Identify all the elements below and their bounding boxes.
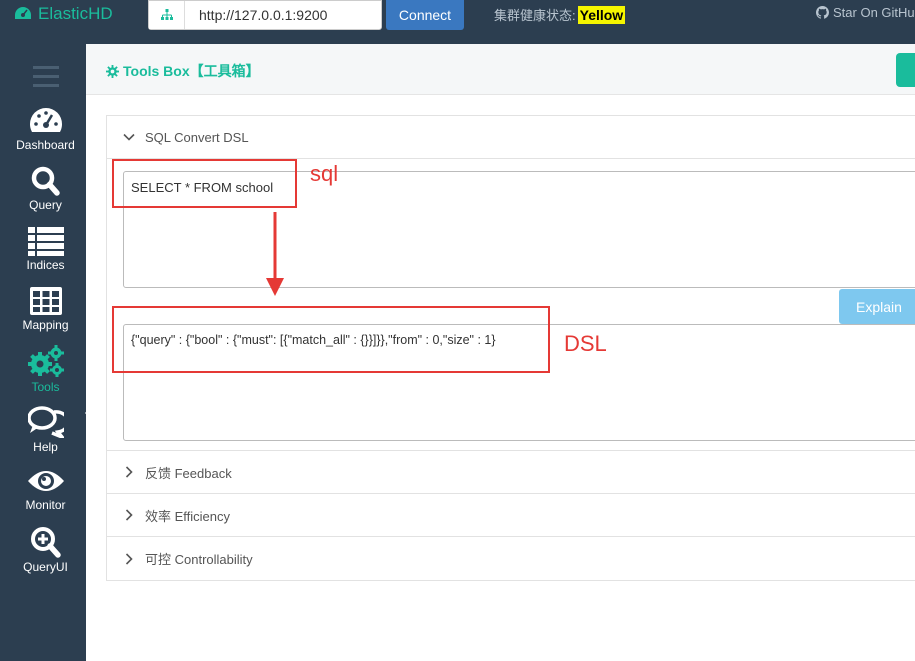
chevron-right-icon [125, 509, 133, 521]
sidebar-item-label: Monitor [25, 498, 66, 512]
sidebar-item-queryui[interactable]: QueryUI [5, 526, 86, 574]
sidebar-item-help[interactable]: Help [5, 406, 86, 454]
eye-icon [27, 471, 64, 491]
page-title-text: Tools Box【工具箱】 [123, 63, 260, 79]
dsl-highlight-box [112, 306, 550, 373]
table-icon [29, 287, 62, 315]
cluster-health-label: 集群健康状态: [494, 8, 576, 23]
cluster-health: 集群健康状态: Yellow [494, 5, 626, 24]
chevron-right-icon [125, 552, 133, 565]
gears-icon [27, 345, 64, 377]
sidebar: Dashboard Query Indices Mapping Tools He… [5, 44, 92, 661]
sql-annotation-label: sql [310, 161, 339, 186]
connect-button[interactable]: Connect [386, 0, 464, 30]
section-label: 反馈 Feedback [145, 465, 232, 481]
sidebar-item-indices[interactable]: Indices [5, 226, 86, 272]
menu-toggle-icon[interactable] [33, 66, 59, 93]
sidebar-item-query[interactable]: Query [5, 166, 86, 212]
top-navbar: ElasticHD http://127.0.0.1:9200 Connect … [0, 0, 915, 40]
sidebar-item-label: QueryUI [23, 560, 68, 574]
comments-icon [27, 406, 64, 438]
explain-button[interactable]: Explain [839, 289, 915, 324]
github-star-link[interactable]: Star On GitHub [816, 5, 915, 20]
dashboard-icon [15, 7, 31, 19]
es-url-input[interactable]: http://127.0.0.1:9200 [185, 7, 327, 23]
sidebar-item-monitor[interactable]: Monitor [5, 466, 86, 512]
github-icon [816, 6, 829, 19]
cluster-health-badge: Yellow [577, 5, 626, 24]
section-label: SQL Convert DSL [145, 129, 249, 145]
github-star-label: Star On GitHub [833, 5, 915, 20]
brand-logo[interactable]: ElasticHD [14, 4, 113, 24]
section-label: 可控 Controllability [145, 552, 253, 567]
brand-name: ElasticHD [38, 4, 113, 23]
section-efficiency[interactable]: 效率 Efficiency [107, 494, 915, 537]
page-title: Tools Box【工具箱】 [106, 61, 260, 81]
header-action-button[interactable] [896, 53, 915, 87]
sitemap-icon [149, 1, 185, 29]
sidebar-item-label: Mapping [22, 318, 69, 332]
list-icon [27, 227, 64, 256]
sidebar-item-label: Help [33, 440, 58, 454]
section-sql-convert-dsl[interactable]: SQL Convert DSL [107, 116, 915, 159]
main-header: Tools Box【工具箱】 [86, 44, 915, 95]
search-plus-icon [30, 527, 61, 558]
dashboard-icon [29, 108, 62, 132]
sql-highlight-box [112, 159, 297, 208]
sidebar-item-tools[interactable]: Tools [5, 344, 86, 394]
search-icon [31, 166, 60, 196]
sidebar-item-label: Indices [26, 258, 65, 272]
sidebar-item-label: Dashboard [16, 138, 75, 152]
chevron-right-icon [125, 466, 133, 478]
section-feedback[interactable]: 反馈 Feedback [107, 451, 915, 494]
sidebar-item-label: Query [29, 198, 62, 212]
sidebar-item-mapping[interactable]: Mapping [5, 286, 86, 332]
section-controllability[interactable]: 可控 Controllability [107, 537, 915, 580]
sidebar-item-label: Tools [31, 380, 60, 394]
dsl-annotation-label: DSL [564, 331, 607, 356]
section-label: 效率 Efficiency [145, 508, 231, 524]
es-url-input-group: http://127.0.0.1:9200 [148, 0, 382, 30]
sidebar-item-dashboard[interactable]: Dashboard [5, 106, 86, 152]
arrow-down-icon [266, 212, 284, 296]
chevron-down-icon [123, 133, 135, 141]
gear-icon [106, 64, 119, 78]
